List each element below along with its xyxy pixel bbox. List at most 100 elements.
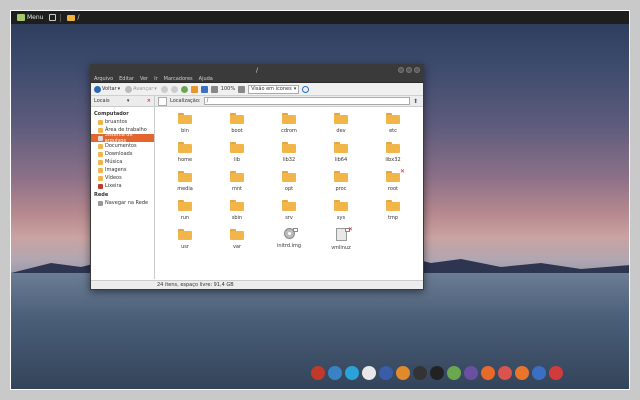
close-button[interactable] xyxy=(414,67,420,73)
menu-editar[interactable]: Editar xyxy=(119,76,134,82)
file-item[interactable]: var xyxy=(211,227,263,256)
file-item[interactable]: mnt xyxy=(211,169,263,198)
file-item[interactable]: sbin xyxy=(211,198,263,227)
view-mode-select[interactable]: Visão em ícones ▾ xyxy=(248,84,300,94)
sidebar-item[interactable]: Vídeos xyxy=(91,174,154,182)
chromium-icon[interactable] xyxy=(328,366,342,380)
back-dropdown-icon[interactable]: ▾ xyxy=(118,86,121,92)
file-label: usr xyxy=(181,244,189,250)
steam-icon[interactable] xyxy=(413,366,427,380)
location-bar: Locais ▾ × Localização: / ⬆ xyxy=(91,95,423,107)
file-item[interactable]: media xyxy=(159,169,211,198)
file-label: tmp xyxy=(387,215,398,221)
places-sidebar: Computador bruantos Área de trabalho Sistem… xyxy=(91,107,155,279)
menu-arquivo[interactable]: Arquivo xyxy=(94,76,113,82)
orange-app-icon[interactable] xyxy=(515,366,529,380)
location-input[interactable]: / xyxy=(203,97,410,105)
drive-icon xyxy=(98,135,103,141)
sidebar-item-label: Imagens xyxy=(105,167,127,173)
file-item[interactable]: proc xyxy=(315,169,367,198)
window-title: / xyxy=(255,66,259,74)
up-icon[interactable] xyxy=(160,85,168,93)
menu-marcadores[interactable]: Marcadores xyxy=(164,76,193,82)
search-icon[interactable] xyxy=(302,85,310,93)
back-button[interactable]: Voltar ▾ xyxy=(93,84,121,94)
sublime-icon[interactable] xyxy=(396,366,410,380)
documents-icon xyxy=(98,143,103,149)
zoom-in-icon[interactable] xyxy=(238,85,246,93)
file-item[interactable]: cdrom xyxy=(263,111,315,140)
folder-icon xyxy=(386,200,400,211)
telegram-icon[interactable] xyxy=(345,366,359,380)
videos-icon xyxy=(98,175,103,181)
close-sidebar-icon[interactable]: × xyxy=(147,98,151,104)
terminal-icon[interactable] xyxy=(430,366,444,380)
file-label: libx32 xyxy=(385,157,401,163)
file-item[interactable]: boot xyxy=(211,111,263,140)
file-item[interactable]: bin xyxy=(159,111,211,140)
reload-icon[interactable] xyxy=(180,85,188,93)
menu-ajuda[interactable]: Ajuda xyxy=(199,76,213,82)
file-item[interactable]: dev xyxy=(315,111,367,140)
computer-icon[interactable] xyxy=(200,85,208,93)
file-item[interactable]: sys xyxy=(315,198,367,227)
shirt-icon[interactable] xyxy=(549,366,563,380)
sidebar-item[interactable]: Música xyxy=(91,158,154,166)
sidebar-item[interactable]: Downloads xyxy=(91,150,154,158)
file-item[interactable]: lib xyxy=(211,140,263,169)
file-view[interactable]: bin boot cdrom dev etc home lib lib32 lib64 libx3… xyxy=(155,107,423,279)
sidebar-section-title: Computador xyxy=(94,111,129,117)
places-header-label: Locais xyxy=(94,98,110,104)
anchor-icon[interactable] xyxy=(311,366,325,380)
stop-icon[interactable] xyxy=(170,85,178,93)
sidebar-item[interactable]: bruantos xyxy=(91,118,154,126)
sidebar-item[interactable]: Sistema de arquivos xyxy=(91,132,154,144)
tweak-icon[interactable] xyxy=(379,366,393,380)
file-label: lib64 xyxy=(334,157,348,163)
maximize-button[interactable] xyxy=(406,67,412,73)
zoom-out-icon[interactable] xyxy=(210,85,218,93)
folder-icon xyxy=(178,171,192,182)
chart-app-icon[interactable] xyxy=(532,366,546,380)
menu-ir[interactable]: Ir xyxy=(154,76,158,82)
purple-app-icon[interactable] xyxy=(464,366,478,380)
file-item[interactable]: libx32 xyxy=(367,140,419,169)
menu-ver[interactable]: Ver xyxy=(140,76,148,82)
file-item[interactable]: home xyxy=(159,140,211,169)
file-item[interactable]: srv xyxy=(263,198,315,227)
file-item[interactable]: usr xyxy=(159,227,211,256)
file-item[interactable]: tmp xyxy=(367,198,419,227)
file-item[interactable]: initrd.img xyxy=(263,227,315,256)
file-item[interactable]: lib64 xyxy=(315,140,367,169)
books-icon[interactable] xyxy=(498,366,512,380)
forward-dropdown-icon[interactable]: ▾ xyxy=(154,86,157,92)
firefox-icon[interactable] xyxy=(481,366,495,380)
disc-image-icon xyxy=(283,228,298,239)
file-item[interactable]: run xyxy=(159,198,211,227)
file-item[interactable]: opt xyxy=(263,169,315,198)
menu-button[interactable]: Menu xyxy=(15,13,45,23)
locked-emblem-icon: ✕ xyxy=(399,168,405,175)
taskbar-window-button[interactable]: / xyxy=(65,13,81,23)
file-item[interactable]: ✕ vmlinuz xyxy=(315,227,367,256)
network-icon xyxy=(98,200,103,206)
file-label: boot xyxy=(231,128,243,134)
sidebar-item[interactable]: Imagens xyxy=(91,166,154,174)
go-icon[interactable]: ⬆ xyxy=(413,98,420,105)
file-item[interactable]: etc xyxy=(367,111,419,140)
places-dropdown-icon[interactable]: ▾ xyxy=(127,98,130,104)
edit-location-icon[interactable] xyxy=(158,96,167,106)
file-item[interactable]: lib32 xyxy=(263,140,315,169)
window-titlebar[interactable]: / xyxy=(91,65,423,75)
sidebar-item[interactable]: Navegar na Rede xyxy=(91,199,154,207)
terminal-icon[interactable] xyxy=(49,14,57,21)
sidebar-item[interactable]: Lixeira xyxy=(91,182,154,190)
panel-separator xyxy=(60,13,62,22)
files-icon[interactable] xyxy=(362,366,376,380)
folder-icon xyxy=(178,142,192,153)
minimize-button[interactable] xyxy=(398,67,404,73)
file-item[interactable]: ✕ root xyxy=(367,169,419,198)
forward-button[interactable]: Avançar ▾ xyxy=(124,84,158,94)
green-app-icon[interactable] xyxy=(447,366,461,380)
home-icon[interactable] xyxy=(190,85,198,93)
